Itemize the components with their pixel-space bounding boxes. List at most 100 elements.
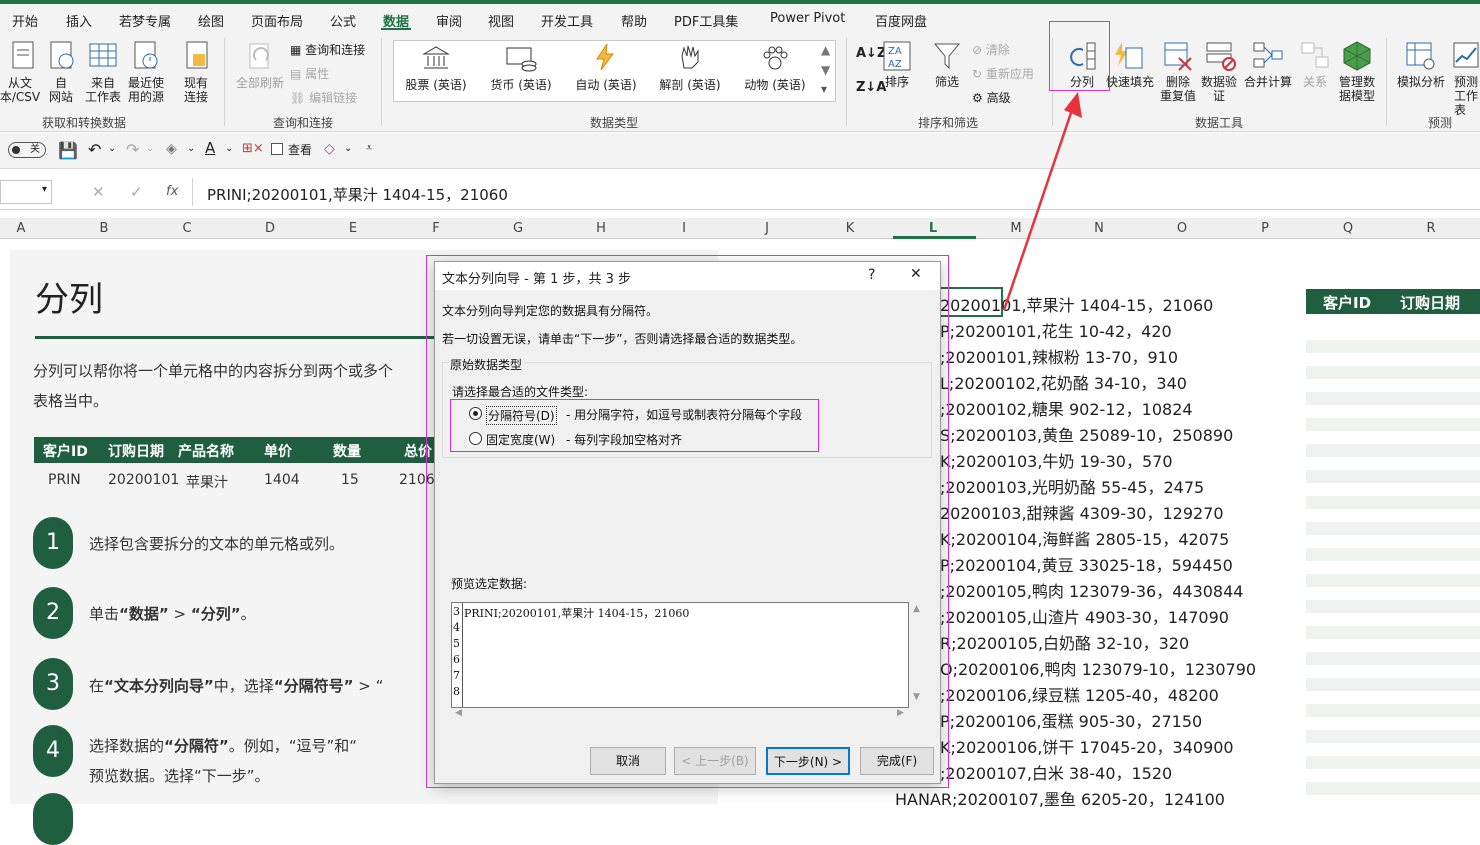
gallery-expand[interactable]: ▾	[821, 82, 827, 96]
insert-function-icon[interactable]: fx	[166, 184, 178, 199]
font-color-dropdown-icon[interactable]: ⌄	[225, 143, 233, 154]
refresh-all-button[interactable]: 全部刷新	[232, 76, 288, 90]
from-table-button[interactable]: 来自 工作表	[82, 76, 124, 104]
result-table-row[interactable]	[1306, 652, 1480, 665]
column-header[interactable]: N	[1089, 221, 1109, 236]
cell-text[interactable]: ;20200103,光明奶酪 55-45，2475	[940, 474, 1204, 498]
from-text-button[interactable]: 从文 本/CSV	[0, 76, 44, 104]
what-if-button[interactable]: 模拟分析	[1393, 75, 1449, 89]
font-color-icon[interactable]: A	[205, 139, 215, 157]
cell-text[interactable]: K;20200104,海鲜酱 2805-15，42075	[940, 526, 1229, 550]
cell-text[interactable]: ;20200105,山渣片 4903-30，147090	[940, 604, 1229, 628]
reapply-button[interactable]: ↻ 重新应用	[972, 65, 1034, 82]
gallery-scroll-down[interactable]: ▼	[821, 63, 830, 77]
cell-text[interactable]: P;20200104,黄豆 33025-18，594450	[940, 552, 1233, 576]
cell-text[interactable]: L;20200102,花奶酪 34-10，340	[940, 370, 1187, 394]
cell-text[interactable]: ;20200107,白米 38-40，1520	[940, 760, 1172, 784]
column-header[interactable]: O	[1172, 221, 1192, 236]
column-header[interactable]: I	[674, 221, 694, 236]
tab-view[interactable]: 视图	[488, 11, 514, 30]
auto-data-type-button[interactable]: 自动 (英语)	[568, 78, 644, 92]
cell-text[interactable]: HANAR;20200107,墨鱼 6205-20，124100	[895, 786, 1225, 810]
clear-filter-button[interactable]: ⊘ 清除	[972, 41, 1010, 58]
result-table-row[interactable]	[1306, 626, 1480, 639]
autosave-toggle[interactable]: 关	[8, 142, 46, 158]
column-header[interactable]: F	[426, 221, 446, 236]
flash-fill-button[interactable]: 快速填充	[1104, 75, 1156, 89]
tab-page-layout[interactable]: 页面布局	[251, 11, 303, 30]
cell-text[interactable]: P;20200106,蛋糕 905-30，27150	[940, 708, 1202, 732]
fill-dropdown-icon[interactable]: ⌄	[187, 143, 195, 154]
tab-help[interactable]: 帮助	[621, 11, 647, 30]
column-header[interactable]: A	[11, 221, 31, 236]
relationships-button[interactable]: 关系	[1298, 75, 1332, 89]
confirm-entry-icon[interactable]: ✓	[130, 183, 143, 201]
clear-format-icon[interactable]: ⊞×	[242, 141, 264, 156]
cancel-entry-icon[interactable]: ✕	[92, 183, 105, 201]
manage-data-model-button[interactable]: 管理数 据模型	[1334, 75, 1380, 103]
result-table-row[interactable]	[1306, 756, 1480, 769]
filter-button[interactable]: 筛选	[930, 75, 964, 89]
result-table-row[interactable]	[1306, 418, 1480, 431]
result-table-row[interactable]	[1306, 548, 1480, 561]
save-icon[interactable]: 💾	[58, 141, 78, 160]
animals-button[interactable]: 动物 (英语)	[737, 78, 813, 92]
cell-text[interactable]: S;20200103,黄鱼 25089-10，250890	[940, 422, 1233, 446]
gallery-scroll-up[interactable]: ▲	[821, 43, 830, 57]
tab-power-pivot[interactable]: Power Pivot	[770, 11, 845, 26]
result-table-row[interactable]	[1306, 730, 1480, 743]
column-header-selected[interactable]: L	[923, 221, 943, 236]
tab-formulas[interactable]: 公式	[330, 11, 356, 30]
tab-home[interactable]: 开始	[12, 11, 38, 30]
redo-dropdown-icon[interactable]: ⌄	[146, 143, 154, 154]
forecast-sheet-button[interactable]: 预测 工作表	[1448, 75, 1480, 117]
name-box-dropdown-icon[interactable]: ▾	[42, 184, 47, 195]
undo-dropdown-icon[interactable]: ⌄	[108, 143, 116, 154]
properties-button[interactable]: ▤ 属性	[290, 65, 329, 82]
tab-pdf-tools[interactable]: PDF工具集	[674, 11, 738, 30]
cell-text[interactable]: ;20200101,辣椒粉 13-70，910	[940, 344, 1178, 368]
cell-text[interactable]: O;20200106,鸭肉 123079-10，1230790	[940, 656, 1256, 680]
tab-insert[interactable]: 插入	[66, 11, 92, 30]
tab-baidu[interactable]: 百度网盘	[875, 11, 927, 30]
stocks-button[interactable]: 股票 (英语)	[398, 78, 474, 92]
recent-sources-button[interactable]: 最近使 用的源	[124, 76, 168, 104]
column-header[interactable]: Q	[1338, 221, 1358, 236]
cell-text[interactable]: ;20200106,绿豆糕 1205-40，48200	[940, 682, 1219, 706]
result-table-row[interactable]	[1306, 496, 1480, 509]
customize-qat-icon[interactable]: ⩡	[366, 141, 372, 155]
formula-input[interactable]: PRINI;20200101,苹果汁 1404-15，21060	[207, 184, 508, 205]
tab-developer[interactable]: 开发工具	[541, 11, 593, 30]
redo-icon[interactable]: ↷	[126, 140, 139, 159]
existing-connections-button[interactable]: 现有 连接	[178, 76, 214, 104]
tab-review[interactable]: 审阅	[436, 11, 462, 30]
column-header[interactable]: J	[757, 221, 777, 236]
cell-text[interactable]: ;20200105,鸭肉 123079-36，4430844	[940, 578, 1243, 602]
eraser-dropdown-icon[interactable]: ⌄	[344, 143, 352, 154]
view-checkbox[interactable]	[271, 143, 283, 155]
column-header[interactable]: K	[840, 221, 860, 236]
result-table-row[interactable]	[1306, 678, 1480, 691]
data-validation-button[interactable]: 数据验 证	[1198, 75, 1240, 103]
column-header[interactable]: H	[591, 221, 611, 236]
cell-text[interactable]: K;20200103,牛奶 19-30，570	[940, 448, 1173, 472]
edit-links-button[interactable]: ⛓ 编辑链接	[290, 89, 357, 106]
currency-button[interactable]: 货币 (英语)	[483, 78, 559, 92]
result-table-row[interactable]	[1306, 340, 1480, 353]
column-header[interactable]: R	[1421, 221, 1441, 236]
result-table-row[interactable]	[1306, 470, 1480, 483]
cell-text[interactable]: 20200103,甜辣酱 4309-30，129270	[940, 500, 1224, 524]
cell-text[interactable]: P;20200101,花生 10-42，420	[940, 318, 1172, 342]
queries-connections-button[interactable]: ▦ 查询和连接	[290, 41, 365, 58]
tab-custom[interactable]: 若梦专属	[119, 11, 171, 30]
cell-text[interactable]: ;20200102,糖果 902-12，10824	[940, 396, 1193, 420]
column-header[interactable]: D	[260, 221, 280, 236]
remove-duplicates-button[interactable]: 删除 重复值	[1154, 75, 1202, 103]
column-header[interactable]: E	[343, 221, 363, 236]
result-table-row[interactable]	[1306, 574, 1480, 587]
result-table-row[interactable]	[1306, 600, 1480, 613]
anatomy-button[interactable]: 解剖 (英语)	[652, 78, 728, 92]
eraser-icon[interactable]: ◇	[324, 141, 335, 157]
consolidate-button[interactable]: 合并计算	[1240, 75, 1296, 89]
column-header[interactable]: B	[94, 221, 114, 236]
